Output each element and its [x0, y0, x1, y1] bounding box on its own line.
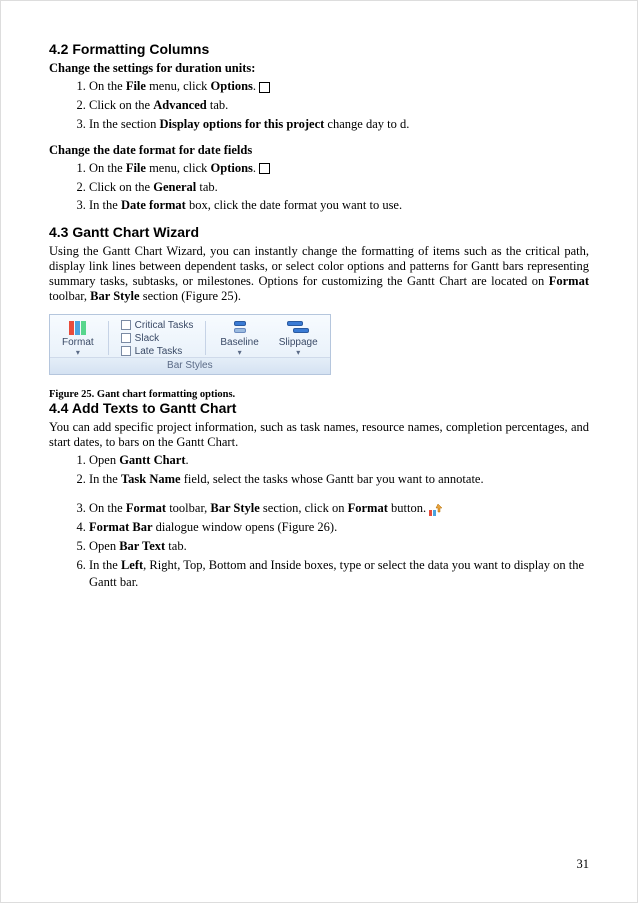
chevron-down-icon: ▾	[76, 348, 80, 357]
check-critical-tasks[interactable]: Critical Tasks	[121, 320, 194, 331]
subheading-date-format: Change the date format for date fields	[49, 143, 589, 158]
format-button-icon	[429, 502, 445, 512]
options-icon	[259, 82, 270, 93]
page-number: 31	[577, 857, 590, 872]
step: On the Format toolbar, Bar Style section…	[89, 498, 589, 517]
figure-25-caption: Figure 25. Gant chart formatting options…	[49, 389, 589, 400]
format-icon	[69, 321, 86, 335]
ribbon-group-caption: Bar Styles	[50, 357, 330, 374]
para-4-4: You can add specific project information…	[49, 420, 589, 450]
document-page: 4.2 Formatting Columns Change the settin…	[0, 0, 638, 903]
check-slack[interactable]: Slack	[121, 333, 159, 344]
slippage-icon	[287, 321, 309, 333]
step: In the section Display options for this …	[89, 116, 589, 133]
step: Open Gantt Chart.	[89, 452, 589, 469]
step: Format Bar dialogue window opens (Figure…	[89, 519, 589, 536]
step: In the Left, Right, Top, Bottom and Insi…	[89, 557, 589, 591]
ribbon-checks: Critical Tasks Slack Late Tasks	[117, 319, 198, 357]
para-4-3: Using the Gantt Chart Wizard, you can in…	[49, 244, 589, 304]
steps-duration-units: On the File menu, click Options. Click o…	[71, 78, 589, 133]
steps-4-4: Open Gantt Chart. In the Task Name field…	[71, 452, 589, 590]
slippage-button[interactable]: Slippage ▾	[273, 319, 324, 357]
format-button[interactable]: Format ▾	[56, 319, 100, 357]
step: Open Bar Text tab.	[89, 538, 589, 555]
ribbon-figure: Format ▾ Critical Tasks Slack Late Tasks	[49, 314, 589, 375]
heading-4-2: 4.2 Formatting Columns	[49, 41, 589, 57]
step: In the Task Name field, select the tasks…	[89, 471, 589, 488]
options-icon	[259, 163, 270, 174]
step: In the Date format box, click the date f…	[89, 197, 589, 214]
baseline-button[interactable]: Baseline ▾	[214, 319, 264, 357]
chevron-down-icon: ▾	[238, 348, 242, 357]
chevron-down-icon: ▾	[296, 348, 300, 357]
steps-date-format: On the File menu, click Options. Click o…	[71, 160, 589, 215]
step: On the File menu, click Options.	[89, 78, 589, 95]
check-late-tasks[interactable]: Late Tasks	[121, 346, 183, 357]
subheading-duration-units: Change the settings for duration units:	[49, 61, 589, 76]
step: Click on the General tab.	[89, 179, 589, 196]
ribbon-bar-styles: Format ▾ Critical Tasks Slack Late Tasks	[49, 314, 331, 375]
step: On the File menu, click Options.	[89, 160, 589, 177]
heading-4-3: 4.3 Gantt Chart Wizard	[49, 224, 589, 240]
heading-4-4: 4.4 Add Texts to Gantt Chart	[49, 400, 589, 416]
baseline-icon	[234, 321, 246, 333]
step: Click on the Advanced tab.	[89, 97, 589, 114]
